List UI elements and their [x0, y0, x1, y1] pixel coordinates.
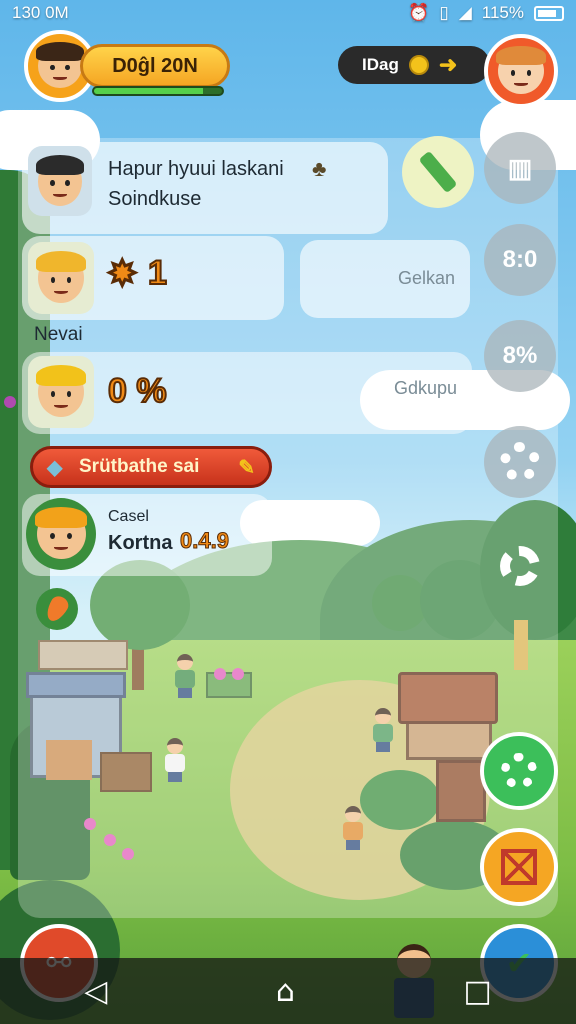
quest-title: Hapur hyuui laskani	[108, 158, 284, 180]
inventory-icon: ▥	[507, 152, 533, 183]
xp-bar-fill	[94, 88, 203, 94]
percent-value: 0 %	[107, 371, 168, 411]
tool-icon	[418, 150, 458, 194]
info-subtitle: Kortna	[108, 532, 173, 554]
home-icon[interactable]: ⌂	[276, 974, 295, 1009]
action-label: Srütbathe sai	[79, 456, 200, 477]
version-value: 0.4.9	[180, 528, 230, 554]
builder-portrait	[28, 356, 94, 428]
avatar-face	[35, 41, 85, 89]
flower	[4, 396, 16, 408]
gear-icon	[500, 442, 540, 482]
currency-label: IDag	[362, 55, 399, 74]
system-nav-bar: ◁ ⌂ □	[0, 958, 576, 1024]
section-label: Nevai	[34, 324, 83, 345]
clock: 130 0M	[12, 3, 69, 22]
back-icon[interactable]: ◁	[84, 974, 107, 1009]
recents-icon[interactable]: □	[463, 974, 491, 1009]
arrow-right-icon: ➜	[438, 52, 458, 77]
settings-button[interactable]	[484, 426, 556, 498]
wifi-icon: ◢	[458, 3, 472, 22]
companion-face	[496, 46, 546, 95]
star-icon: ✸	[107, 254, 137, 294]
worker-portrait	[28, 242, 94, 314]
vibrate-icon: ▯	[439, 3, 449, 22]
xp-bar	[92, 86, 224, 96]
hat-icon: ♣	[312, 156, 327, 181]
percent-button-label: 8%	[502, 342, 538, 369]
inventory-button[interactable]: ▥	[484, 132, 556, 204]
gear-icon	[501, 753, 537, 789]
map-icon: ◆	[47, 457, 63, 479]
stat-button[interactable]: 8:0	[484, 224, 556, 296]
battery-icon	[534, 5, 564, 21]
crate-button[interactable]	[480, 828, 558, 906]
action-button[interactable]: ◆ Srütbathe sai ✎	[30, 446, 272, 488]
quest-giver-portrait	[28, 146, 92, 216]
companion-avatar[interactable]	[484, 34, 558, 108]
quest-subtitle: Soindkuse	[108, 188, 202, 210]
status-bar: 130 0M ⏰ ▯ ◢ 115%	[0, 0, 576, 26]
player-name-badge[interactable]: D0ĝl 20N	[80, 44, 230, 88]
carrot-icon	[42, 593, 72, 625]
carrot-button[interactable]	[36, 588, 78, 630]
info-title: Casel	[108, 508, 149, 525]
currency-pill[interactable]: IDag ➜	[338, 46, 490, 84]
settings-alt-button[interactable]	[484, 530, 556, 602]
player-name: D0ĝl 20N	[112, 54, 198, 77]
ghost-label: Gdkupu	[394, 378, 458, 398]
coin-icon	[408, 55, 429, 75]
battery-percent: 115%	[481, 3, 524, 22]
tool-button[interactable]	[402, 136, 474, 208]
farmer-portrait	[26, 498, 96, 570]
crate-icon	[501, 849, 537, 885]
build-settings-button[interactable]	[480, 732, 558, 810]
stat-button-label: 8:0	[502, 246, 538, 273]
pencil-icon: ✎	[238, 457, 255, 479]
ghost-label: Gelkan	[398, 268, 456, 288]
percent-button[interactable]: 8%	[484, 320, 556, 392]
gear-icon	[500, 546, 540, 586]
alarm-icon: ⏰	[408, 3, 430, 22]
stat-value: 1	[147, 253, 168, 293]
